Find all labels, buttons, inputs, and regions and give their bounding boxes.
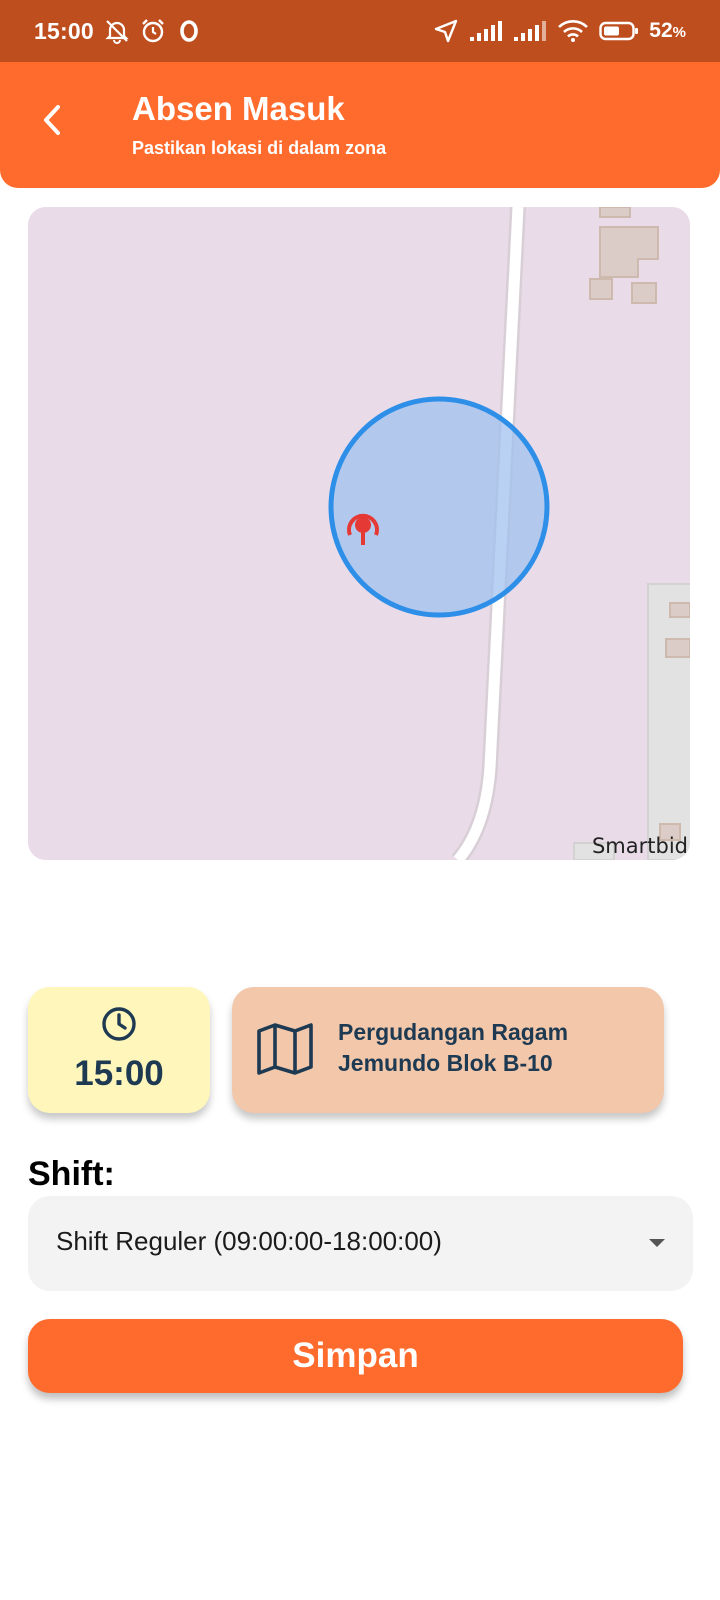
map-icon	[256, 1022, 314, 1081]
status-time: 15:00	[34, 17, 94, 44]
map-view[interactable]: Smartbid	[28, 207, 690, 860]
save-button[interactable]: Simpan	[28, 1319, 683, 1393]
alarm-icon	[140, 18, 166, 44]
location-arrow-icon	[433, 18, 459, 44]
battery-icon	[599, 18, 639, 44]
shift-selected-value: Shift Reguler (09:00:00-18:00:00)	[56, 1226, 442, 1256]
signal-2-icon	[513, 18, 547, 44]
map-attribution: Smartbid	[591, 834, 688, 858]
signal-1-icon	[469, 18, 503, 44]
app-o-icon	[176, 18, 202, 44]
location-address: Pergudangan Ragam Jemundo Blok B-10	[338, 1019, 569, 1076]
shift-label: Shift:	[28, 1155, 115, 1193]
back-button[interactable]	[28, 98, 76, 146]
status-bar-left: 15:00	[34, 18, 202, 45]
location-card: Pergudangan Ragam Jemundo Blok B-10	[232, 987, 664, 1113]
clock-icon	[100, 1005, 138, 1048]
shift-select[interactable]: Shift Reguler (09:00:00-18:00:00)	[28, 1196, 693, 1291]
wifi-icon	[557, 18, 589, 44]
chevron-left-icon	[38, 103, 66, 142]
status-bar-right: 52%	[433, 18, 686, 44]
map-canvas	[28, 207, 690, 860]
clock-in-time: 15:00	[74, 1054, 164, 1093]
caret-down-icon	[647, 1236, 667, 1254]
attendance-zone-circle	[328, 396, 550, 618]
page-title: Absen Masuk	[132, 90, 345, 127]
status-bar: 15:00 52%	[0, 0, 720, 62]
app-header: Absen Masuk Pastikan lokasi di dalam zon…	[0, 62, 720, 188]
page-subtitle: Pastikan lokasi di dalam zona	[132, 138, 387, 158]
notifications-muted-icon	[104, 18, 130, 44]
time-card: 15:00	[28, 987, 210, 1113]
battery-percent: 52%	[649, 19, 686, 42]
